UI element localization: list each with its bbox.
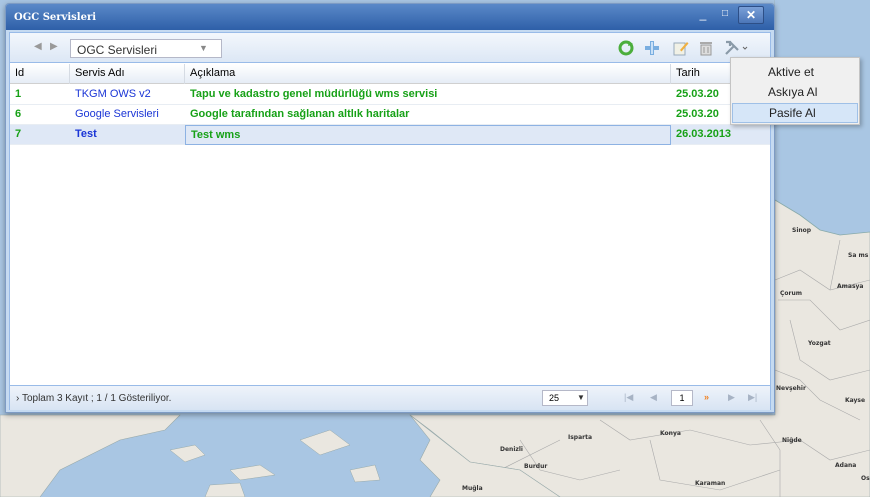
column-header-description[interactable]: Açıklama (185, 64, 671, 84)
paging-toolbar: › Toplam 3 Kayıt ; 1 / 1 Gösteriliyor. 2… (10, 385, 770, 410)
page-size-value: 25 (549, 393, 560, 403)
service-type-select[interactable]: OGC Servisleri ▼ (70, 39, 222, 58)
row-id: 1 (15, 88, 22, 100)
chevron-down-icon: ▼ (199, 43, 208, 53)
row-service-name: Test (75, 128, 97, 140)
ogc-services-window: OGC Servisleri _ □ ✕ ◀ ▶ OGC Servisleri … (5, 3, 775, 413)
menu-item-deactivate[interactable]: Pasife Al (732, 103, 858, 123)
tools-dropdown-menu: Aktive et Askıya Al Pasife Al (730, 57, 860, 125)
tools-icon[interactable] (724, 40, 750, 56)
city-label: Sinop (792, 227, 812, 234)
edit-icon[interactable] (673, 40, 689, 56)
row-service-name: Google Servisleri (75, 108, 159, 120)
row-id: 7 (15, 128, 22, 140)
next-page-button[interactable]: » (704, 392, 709, 402)
last-page-button[interactable]: ▶| (748, 392, 757, 403)
city-label: Yozgat (808, 340, 831, 347)
city-label: Isparta (568, 434, 593, 441)
row-date: 26.03.2013 (676, 128, 732, 140)
add-icon[interactable] (644, 40, 660, 56)
service-type-select-value: OGC Servisleri (77, 43, 158, 57)
city-label: Nevşehir (776, 385, 806, 392)
row-service-name: TKGM OWS v2 (75, 88, 151, 100)
window-title: OGC Servisleri (14, 12, 97, 23)
toolbar: ◀ ▶ OGC Servisleri ▼ (10, 33, 770, 63)
city-label: Çorum (780, 290, 803, 297)
paging-info-text: Toplam 3 Kayıt ; 1 / 1 Gösteriliyor. (21, 393, 172, 404)
city-label: Burdur (524, 463, 548, 470)
minimize-button[interactable]: _ (692, 6, 714, 24)
delete-icon[interactable] (698, 40, 714, 56)
column-header-service-name[interactable]: Servis Adı (70, 64, 185, 84)
maximize-button[interactable]: □ (714, 6, 736, 24)
city-label: Os (861, 475, 870, 482)
menu-item-suspend[interactable]: Askıya Al (732, 83, 858, 103)
row-description: Tapu ve kadastro genel müdürlüğü wms ser… (190, 88, 438, 100)
chevron-down-icon: ▼ (577, 393, 585, 402)
city-label: Niğde (782, 437, 802, 444)
row-description: Test wms (185, 125, 671, 145)
forward-arrow-icon[interactable]: ▶ (50, 41, 58, 52)
paging-info-prefix: › (16, 393, 20, 404)
city-label: Konya (660, 430, 681, 437)
city-label: Muğla (462, 485, 483, 492)
city-label: Kayse (845, 397, 866, 404)
prev-page-button[interactable]: ◀ (650, 392, 657, 403)
page-number-input[interactable]: 1 (671, 390, 693, 406)
menu-item-activate[interactable]: Aktive et (732, 63, 858, 83)
city-label: Adana (835, 462, 857, 469)
row-description: Google tarafından sağlanan altlık harita… (190, 108, 410, 120)
refresh-icon[interactable] (618, 40, 634, 56)
city-label: Sa ms (848, 252, 869, 259)
row-id: 6 (15, 108, 22, 120)
page-size-select[interactable]: 25 ▼ (542, 390, 588, 406)
table-row[interactable]: 1 TKGM OWS v2 Tapu ve kadastro genel müd… (10, 85, 770, 105)
next-arrow-icon[interactable]: ▶ (728, 392, 735, 403)
column-header-id[interactable]: Id (10, 64, 70, 84)
city-label: Karaman (695, 480, 726, 487)
table-row-selected[interactable]: 7 Test Test wms 26.03.2013 (10, 125, 770, 145)
window-body: ◀ ▶ OGC Servisleri ▼ Id Servis Adı Açıkl… (9, 32, 771, 410)
back-arrow-icon[interactable]: ◀ (34, 41, 42, 52)
table-row[interactable]: 6 Google Servisleri Google tarafından sa… (10, 105, 770, 125)
first-page-button[interactable]: |◀ (624, 392, 633, 403)
paging-info: › Toplam 3 Kayıt ; 1 / 1 Gösteriliyor. (16, 393, 171, 404)
city-label: Amasya (837, 283, 864, 290)
window-titlebar[interactable]: OGC Servisleri _ □ ✕ (6, 4, 774, 30)
grid-header: Id Servis Adı Açıklama Tarih (10, 64, 770, 84)
close-button[interactable]: ✕ (738, 6, 764, 24)
city-label: Denizli (500, 446, 523, 453)
